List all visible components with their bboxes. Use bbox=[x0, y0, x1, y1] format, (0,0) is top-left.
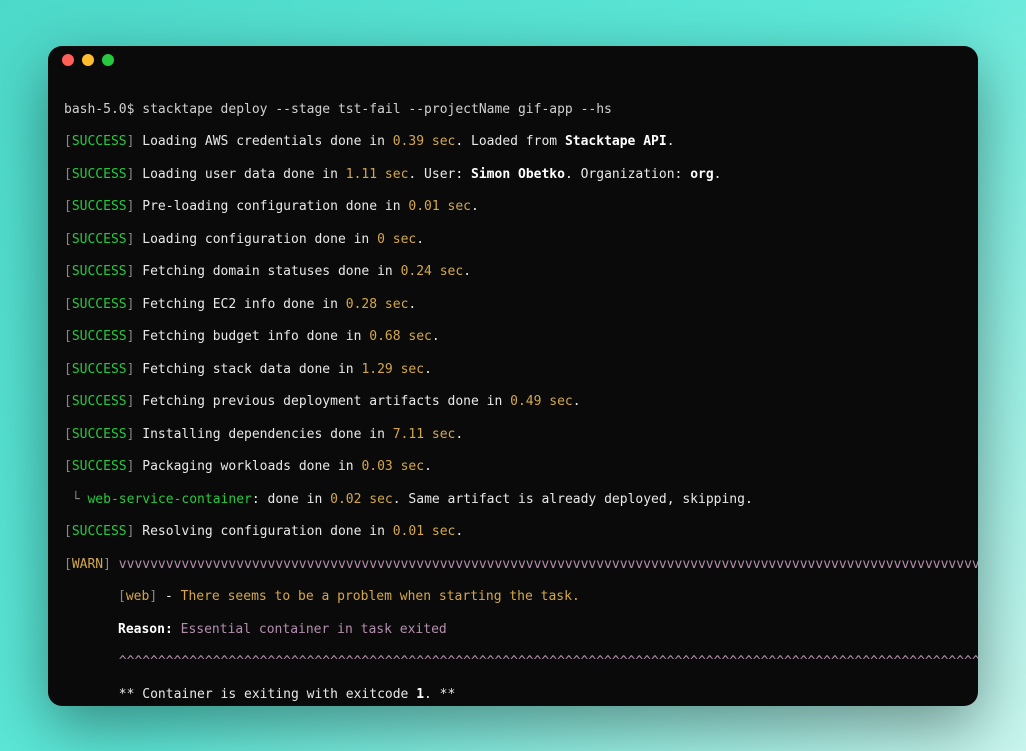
log-line: [SUCCESS] Packaging workloads done in 0.… bbox=[64, 459, 962, 475]
log-line: [SUCCESS] Resolving configuration done i… bbox=[64, 524, 962, 540]
status-success: SUCCESS bbox=[72, 427, 127, 442]
sub-line: └ web-service-container: done in 0.02 se… bbox=[64, 492, 962, 508]
command: stacktape deploy --stage tst-fail --proj… bbox=[142, 102, 612, 117]
status-success: SUCCESS bbox=[72, 134, 127, 149]
status-warn: WARN bbox=[72, 557, 103, 572]
prompt: bash-5.0$ bbox=[64, 102, 142, 117]
log-line: [SUCCESS] Fetching previous deployment a… bbox=[64, 394, 962, 410]
prompt-line: bash-5.0$ stacktape deploy --stage tst-f… bbox=[64, 102, 962, 118]
status-success: SUCCESS bbox=[72, 459, 127, 474]
status-success: SUCCESS bbox=[72, 362, 127, 377]
status-success: SUCCESS bbox=[72, 394, 127, 409]
terminal-window: bash-5.0$ stacktape deploy --stage tst-f… bbox=[48, 46, 978, 706]
warn-msg-line: [web] - There seems to be a problem when… bbox=[64, 589, 962, 605]
log-line: [SUCCESS] Fetching stack data done in 1.… bbox=[64, 362, 962, 378]
close-icon[interactable] bbox=[62, 54, 74, 66]
minimize-icon[interactable] bbox=[82, 54, 94, 66]
maximize-icon[interactable] bbox=[102, 54, 114, 66]
status-success: SUCCESS bbox=[72, 232, 127, 247]
titlebar bbox=[48, 46, 978, 74]
status-success: SUCCESS bbox=[72, 297, 127, 312]
terminal-content: bash-5.0$ stacktape deploy --stage tst-f… bbox=[48, 74, 978, 706]
exit-line: ** Container is exiting with exitcode 1.… bbox=[64, 687, 962, 703]
log-line: [SUCCESS] Fetching EC2 info done in 0.28… bbox=[64, 297, 962, 313]
log-line: [SUCCESS] Installing dependencies done i… bbox=[64, 427, 962, 443]
reason-line: Reason: Essential container in task exit… bbox=[64, 622, 962, 638]
log-line: [SUCCESS] Loading configuration done in … bbox=[64, 232, 962, 248]
log-line: [SUCCESS] Loading AWS credentials done i… bbox=[64, 134, 962, 150]
status-success: SUCCESS bbox=[72, 167, 127, 182]
status-success: SUCCESS bbox=[72, 524, 127, 539]
warn-line: [WARN] vvvvvvvvvvvvvvvvvvvvvvvvvvvvvvvvv… bbox=[64, 557, 962, 573]
warn-end-line: ^^^^^^^^^^^^^^^^^^^^^^^^^^^^^^^^^^^^^^^^… bbox=[64, 654, 962, 670]
log-line: [SUCCESS] Loading user data done in 1.11… bbox=[64, 167, 962, 183]
status-success: SUCCESS bbox=[72, 199, 127, 214]
status-success: SUCCESS bbox=[72, 264, 127, 279]
log-line: [SUCCESS] Fetching budget info done in 0… bbox=[64, 329, 962, 345]
log-line: [SUCCESS] Fetching domain statuses done … bbox=[64, 264, 962, 280]
log-line: [SUCCESS] Pre-loading configuration done… bbox=[64, 199, 962, 215]
status-success: SUCCESS bbox=[72, 329, 127, 344]
